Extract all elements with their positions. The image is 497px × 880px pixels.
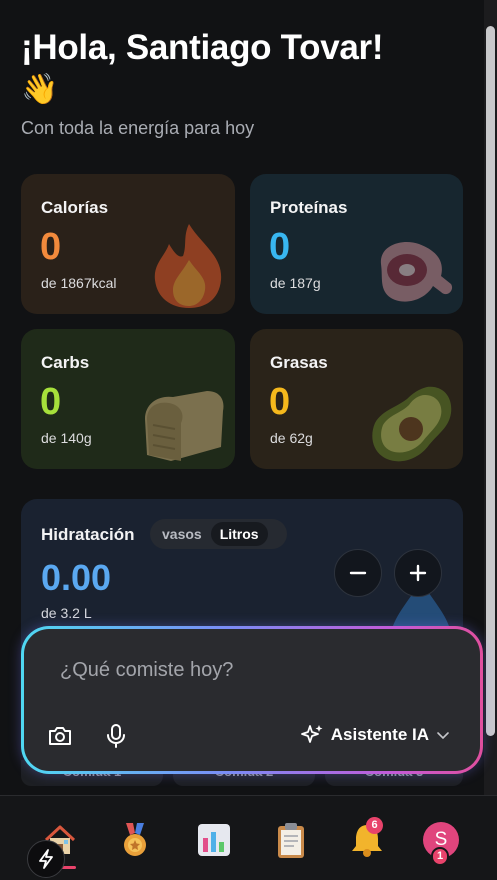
assistant-label: Asistente IA [330,725,429,744]
minus-icon [349,571,367,575]
wave-icon: 👋 [21,73,59,106]
macro-title: Carbs [41,353,90,372]
food-input[interactable] [60,659,440,682]
unit-toggle[interactable]: vasos Litros [150,519,287,549]
lightning-icon [39,849,53,869]
quick-action-button[interactable] [27,840,65,878]
nav-plans[interactable] [271,820,311,860]
macro-card-calories[interactable]: Calorías 0 de 1867kcal [21,174,235,314]
macro-title: Grasas [270,353,328,372]
nav-notifications[interactable]: 6 [347,817,387,860]
greeting-title: ¡Hola, Santiago Tovar! 👋 [21,26,461,112]
macro-card-carbs[interactable]: Carbs 0 de 140g [21,329,235,469]
hydration-goal: de 3.2 L [41,605,92,621]
macro-value: 0 [40,226,62,268]
greeting-text: ¡Hola, Santiago Tovar! [21,28,384,67]
macro-value: 0 [269,226,291,268]
nav-achievements[interactable] [115,820,155,860]
macro-goal: de 187g [270,275,321,291]
macro-card-fats[interactable]: Grasas 0 de 62g [250,329,463,469]
nav-stats[interactable] [194,820,234,860]
camera-button[interactable] [46,722,74,750]
hydration-value: 0.00 [41,557,112,598]
macro-card-proteins[interactable]: Proteínas 0 de 187g [250,174,463,314]
profile-badge: 1 [431,847,450,866]
composer-panel: Asistente IA [24,629,480,771]
decrement-button[interactable] [334,549,382,597]
unit-option-litros[interactable]: Litros [210,522,268,546]
clipboard-icon [278,823,304,858]
camera-icon [49,727,71,745]
macro-goal: de 140g [41,430,92,446]
fire-icon [154,224,222,308]
medal-icon [124,823,146,856]
bread-icon [145,391,224,461]
microphone-icon [107,724,125,748]
chart-icon [198,824,230,856]
avocado-icon [372,386,452,462]
hydration-title: Hidratación [41,525,135,544]
macro-goal: de 1867kcal [41,275,117,291]
nav-profile[interactable]: S 1 [421,820,461,866]
scrollbar-track[interactable] [484,0,497,795]
macro-goal: de 62g [270,430,313,446]
assistant-selector[interactable]: Asistente IA [300,723,450,747]
scrollbar-thumb[interactable] [486,26,495,736]
greeting-subtitle: Con toda la energía para hoy [21,118,255,138]
food-composer: Asistente IA [21,626,483,774]
macro-title: Calorías [41,198,109,217]
macro-value: 0 [269,381,291,423]
notification-badge: 6 [366,817,383,834]
sparkles-icon [300,725,323,743]
chevron-down-icon [437,732,449,740]
meat-icon [380,242,453,302]
increment-button[interactable] [394,549,442,597]
microphone-button[interactable] [102,722,130,750]
macro-title: Proteínas [270,198,348,217]
macro-value: 0 [40,381,62,423]
plus-icon [409,564,427,582]
unit-option-vasos[interactable]: vasos [153,522,211,546]
